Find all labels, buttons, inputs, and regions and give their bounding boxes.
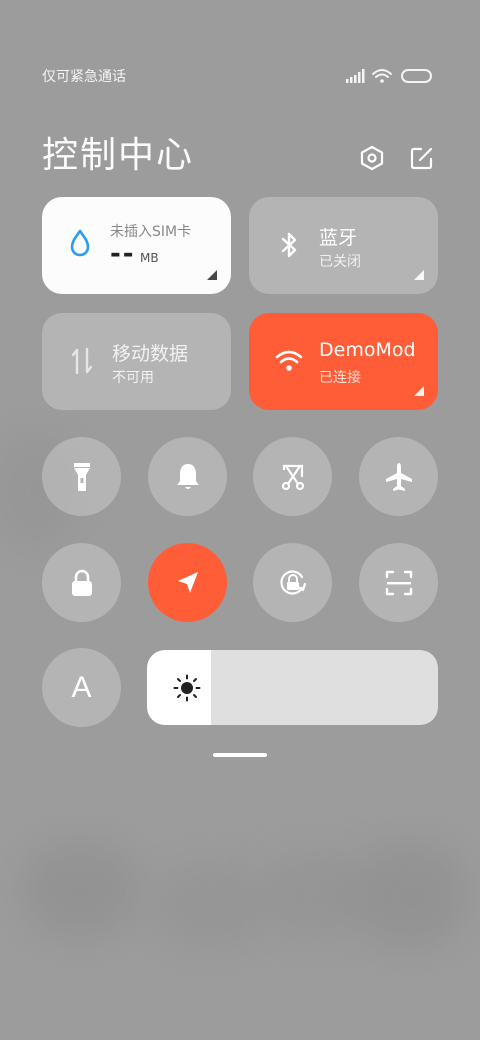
location-toggle[interactable] — [148, 543, 227, 622]
edit-icon — [410, 147, 433, 170]
screenshot-toggle[interactable] — [253, 437, 332, 516]
wifi-status: 已连接 — [319, 370, 361, 386]
scanner-icon — [385, 570, 412, 595]
flashlight-toggle[interactable] — [42, 437, 121, 516]
wifi-title: DemoMod — [319, 339, 416, 361]
status-icons — [344, 66, 434, 86]
tile-expand-corner — [414, 270, 424, 280]
airplane-toggle[interactable] — [359, 437, 438, 516]
background-blur — [350, 840, 470, 950]
scanner-toggle[interactable] — [359, 543, 438, 622]
settings-hex-icon — [360, 145, 384, 171]
tile-expand-corner — [207, 270, 217, 280]
mobile-data-tile[interactable]: 移动数据 不可用 — [42, 313, 231, 410]
bluetooth-icon — [281, 232, 297, 258]
background-blur — [150, 860, 270, 950]
airplane-icon — [385, 462, 412, 491]
data-transfer-icon — [71, 347, 93, 375]
font-size-toggle[interactable]: A — [42, 648, 121, 727]
wifi-tile[interactable]: DemoMod 已连接 — [249, 313, 438, 410]
bell-icon — [176, 463, 199, 489]
mobile-data-title: 移动数据 — [112, 343, 189, 365]
lock-icon — [71, 569, 92, 596]
brightness-slider[interactable] — [147, 650, 438, 725]
home-indicator[interactable] — [213, 753, 267, 757]
sim-label: 未插入SIM卡 — [110, 224, 192, 240]
flashlight-icon — [73, 462, 90, 491]
header-actions — [358, 144, 436, 172]
bluetooth-title: 蓝牙 — [319, 227, 358, 249]
settings-button[interactable] — [358, 144, 386, 172]
sim-data-tile[interactable]: 未插入SIM卡 -- MB — [42, 197, 231, 294]
sim-value: -- — [110, 239, 136, 269]
font-toggle-label: A — [71, 670, 92, 704]
signal-icon — [346, 69, 365, 83]
bluetooth-status: 已关闭 — [319, 254, 361, 270]
rotation-lock-toggle[interactable] — [253, 543, 332, 622]
rotation-lock-icon — [279, 569, 306, 595]
screenshot-icon — [281, 464, 304, 490]
bluetooth-tile[interactable]: 蓝牙 已关闭 — [249, 197, 438, 294]
carrier-status: 仅可紧急通话 — [42, 69, 126, 85]
location-icon — [177, 571, 198, 593]
wifi-icon — [372, 69, 392, 83]
lock-screen-toggle[interactable] — [42, 543, 121, 622]
edit-button[interactable] — [408, 144, 436, 172]
battery-icon — [401, 69, 432, 83]
wifi-icon — [275, 350, 303, 371]
water-drop-icon — [70, 229, 90, 257]
status-bar: 仅可紧急通话 — [0, 0, 480, 100]
mobile-data-status: 不可用 — [112, 370, 154, 386]
silent-toggle[interactable] — [148, 437, 227, 516]
sim-unit: MB — [140, 251, 159, 265]
sun-icon — [173, 674, 201, 702]
tile-expand-corner — [414, 386, 424, 396]
page-title: 控制中心 — [42, 135, 195, 176]
background-blur — [20, 840, 140, 940]
